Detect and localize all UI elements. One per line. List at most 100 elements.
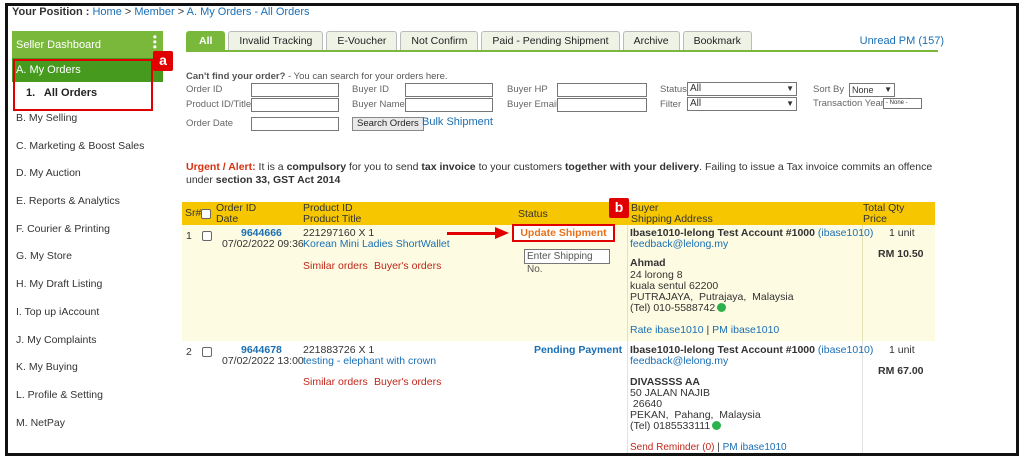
col-date: Date <box>216 213 239 225</box>
select-all-checkbox[interactable] <box>201 209 211 219</box>
row-number: 1 <box>186 230 192 242</box>
alert-text-2: for you to send <box>346 161 422 173</box>
alert-prefix: Urgent / Alert: <box>186 161 256 173</box>
filter-select[interactable]: All ▼ <box>687 97 797 111</box>
chevron-down-icon: ▼ <box>786 84 794 93</box>
buyer-name-input[interactable] <box>405 98 493 112</box>
sidebar-item-my-auction[interactable]: D. My Auction <box>12 159 163 187</box>
tax-invoice-alert: Urgent / Alert: It is a compulsory for y… <box>186 161 938 187</box>
status-select[interactable]: All ▼ <box>687 82 797 96</box>
annotation-label-b: b <box>609 198 629 218</box>
unread-pm-link[interactable]: Unread PM (157) <box>860 35 944 47</box>
annotation-label-a: a <box>153 51 173 71</box>
column-divider <box>627 225 628 341</box>
rate-buyer-link[interactable]: Rate ibase1010 <box>630 324 704 336</box>
col-price: Price <box>863 213 887 225</box>
whatsapp-icon[interactable] <box>712 421 722 430</box>
buyer-id-input[interactable] <box>405 83 493 97</box>
sidebar-item-my-store[interactable]: G. My Store <box>12 242 163 270</box>
buyer-hp-input[interactable] <box>557 83 647 97</box>
tab-invalid-tracking[interactable]: Invalid Tracking <box>228 31 324 50</box>
bulk-shipment-link[interactable]: Bulk Shipment <box>422 116 493 128</box>
sort-by-label: Sort By <box>813 84 845 95</box>
buyer-hp-label: Buyer HP <box>507 84 548 95</box>
tab-paid-pending-shipment[interactable]: Paid - Pending Shipment <box>481 31 620 50</box>
search-orders-button[interactable]: Search Orders <box>352 117 424 131</box>
alert-bold-1: compulsory <box>286 161 347 173</box>
transaction-year-label: Transaction Year <box>813 98 884 109</box>
tab-all[interactable]: All <box>186 31 226 50</box>
breadcrumb-member[interactable]: Member <box>134 6 174 18</box>
sidebar-item-profile[interactable]: L. Profile & Setting <box>12 381 163 409</box>
send-reminder-link[interactable]: Send Reminder (0) <box>630 442 714 453</box>
col-shipping-address: Shipping Address <box>631 213 713 225</box>
order-id-label: Order ID <box>186 84 223 95</box>
telephone-number: (Tel) 0185533111 <box>630 420 711 432</box>
order-tabs: All Invalid Tracking E-Voucher Not Confi… <box>186 31 752 50</box>
quantity: 1 unit <box>889 344 915 356</box>
buyer-id-link[interactable]: (ibase1010) <box>818 227 873 239</box>
price: RM 10.50 <box>878 248 924 260</box>
buyers-orders-link[interactable]: Buyer's orders <box>374 261 441 272</box>
row-checkbox[interactable] <box>202 231 212 241</box>
sidebar-item-top-up[interactable]: I. Top up iAccount <box>12 298 163 326</box>
menu-dots-icon[interactable]: • • • <box>153 31 157 53</box>
table-row: 2 9644678 07/02/2022 13:00 221883726 X 1… <box>182 341 935 453</box>
table-row: 1 9644666 07/02/2022 09:36 221297160 X 1… <box>182 225 935 341</box>
pm-buyer-link[interactable]: PM ibase1010 <box>723 442 787 453</box>
chevron-down-icon: ▼ <box>884 85 892 94</box>
buyer-id-link[interactable]: (ibase1010) <box>818 344 873 356</box>
sidebar-item-reports[interactable]: E. Reports & Analytics <box>12 187 163 215</box>
row-number: 2 <box>186 346 192 358</box>
tab-bookmark[interactable]: Bookmark <box>682 31 752 50</box>
transaction-year-value: - None - <box>886 100 908 106</box>
sidebar-item-marketing[interactable]: C. Marketing & Boost Sales <box>12 132 163 160</box>
product-input[interactable] <box>251 98 339 112</box>
product-title-link[interactable]: Korean Mini Ladies ShortWallet <box>303 239 450 250</box>
similar-orders-link[interactable]: Similar orders <box>303 261 368 272</box>
sidebar-header[interactable]: Seller Dashboard • • • <box>12 31 163 58</box>
tab-not-confirm[interactable]: Not Confirm <box>400 31 479 50</box>
order-date-input[interactable] <box>251 117 339 131</box>
breadcrumb-home[interactable]: Home <box>92 6 121 18</box>
alert-bold-3: together with your delivery <box>564 161 700 173</box>
sort-by-value: None <box>852 85 874 95</box>
buyer-name-label: Buyer Name <box>352 99 405 110</box>
tab-e-voucher[interactable]: E-Voucher <box>326 31 398 50</box>
buyers-orders-link[interactable]: Buyer's orders <box>374 377 441 388</box>
sort-by-select[interactable]: None ▼ <box>849 83 895 97</box>
breadcrumb-label: Your Position : <box>12 6 90 18</box>
sidebar-item-courier[interactable]: F. Courier & Printing <box>12 215 163 243</box>
order-date: 07/02/2022 09:36 <box>222 238 304 250</box>
search-intro-rest: - You can search for your orders here. <box>285 71 448 82</box>
alert-text-1: It is a <box>255 161 287 173</box>
order-date-label: Order Date <box>186 118 233 129</box>
transaction-year-select[interactable]: - None - <box>883 98 922 109</box>
sidebar-item-draft-listing[interactable]: H. My Draft Listing <box>12 270 163 298</box>
telephone: (Tel) 010-5588742 <box>630 302 727 314</box>
annotation-arrow <box>447 232 497 235</box>
recipient-name: Ahmad <box>630 257 666 269</box>
annotation-box-a <box>13 59 153 111</box>
alert-text-3: to your customers <box>475 161 565 173</box>
sidebar-item-complaints[interactable]: J. My Complaints <box>12 326 163 354</box>
search-intro: Can't find your order? - You can search … <box>186 71 448 82</box>
update-shipment-button[interactable]: Update Shipment <box>512 224 615 242</box>
product-title-link[interactable]: testing - elephant with crown <box>303 356 436 367</box>
telephone-number: (Tel) 010-5588742 <box>630 302 716 314</box>
tab-archive[interactable]: Archive <box>622 31 680 50</box>
column-divider <box>627 341 628 453</box>
sidebar-item-my-buying[interactable]: K. My Buying <box>12 353 163 381</box>
similar-orders-link[interactable]: Similar orders <box>303 377 368 388</box>
status-select-value: All <box>690 83 702 94</box>
whatsapp-icon[interactable] <box>717 303 727 312</box>
pm-buyer-link[interactable]: PM ibase1010 <box>712 324 779 336</box>
buyer-email-link[interactable]: feedback@lelong.my <box>630 356 728 367</box>
order-id-input[interactable] <box>251 83 339 97</box>
breadcrumb-current[interactable]: A. My Orders - All Orders <box>187 6 310 18</box>
row-checkbox[interactable] <box>202 347 212 357</box>
shipping-number-input[interactable]: Enter Shipping No. <box>524 249 610 275</box>
buyer-email-link[interactable]: feedback@lelong.my <box>630 239 728 250</box>
buyer-email-input[interactable] <box>557 98 647 112</box>
sidebar-item-netpay[interactable]: M. NetPay <box>12 409 163 437</box>
